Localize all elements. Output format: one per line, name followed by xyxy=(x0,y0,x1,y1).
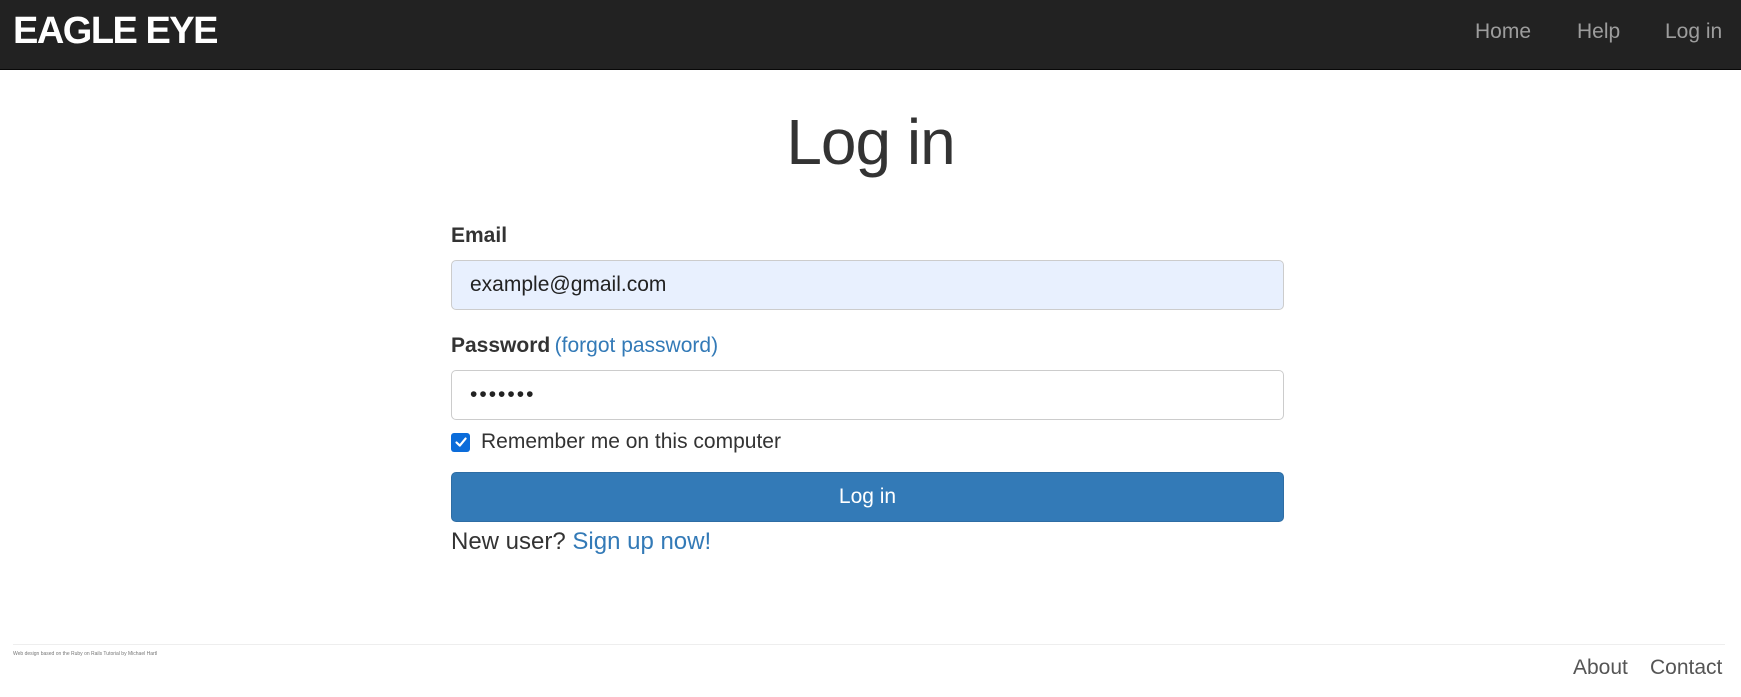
nav-help-link[interactable]: Help xyxy=(1577,20,1620,44)
footer-divider xyxy=(13,644,1725,645)
footer-contact-link[interactable]: Contact xyxy=(1650,656,1722,680)
page-title: Log in xyxy=(786,106,955,178)
password-label: Password xyxy=(451,334,551,357)
remember-me-checkbox[interactable] xyxy=(451,432,470,452)
new-user-text: New user? xyxy=(451,528,566,555)
brand-logo[interactable]: EAGLE EYE xyxy=(13,10,219,53)
nav-login-link[interactable]: Log in xyxy=(1665,20,1722,44)
login-button[interactable]: Log in xyxy=(451,472,1284,522)
remember-me-row: Remember me on this computer xyxy=(451,430,781,454)
footer-credit: Web design based on the Ruby on Rails Tu… xyxy=(13,651,158,657)
forgot-password-link[interactable]: (forgot password) xyxy=(555,334,718,357)
signup-prompt: New user? Sign up now! xyxy=(451,528,711,556)
email-input[interactable] xyxy=(451,260,1284,310)
password-input[interactable] xyxy=(451,370,1284,420)
navbar: EAGLE EYE Home Help Log in xyxy=(0,0,1741,70)
footer-about-link[interactable]: About xyxy=(1573,656,1628,680)
nav-home-link[interactable]: Home xyxy=(1475,20,1531,44)
signup-link[interactable]: Sign up now! xyxy=(572,528,711,555)
remember-me-label[interactable]: Remember me on this computer xyxy=(481,430,781,454)
checkmark-icon xyxy=(454,437,467,447)
email-label: Email xyxy=(451,224,508,247)
